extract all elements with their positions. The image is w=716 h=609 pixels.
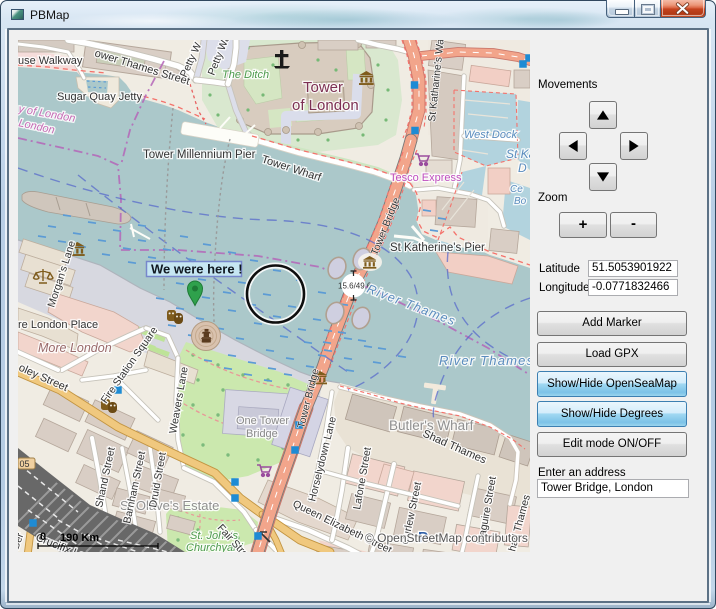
svg-text:Bridge: Bridge (246, 428, 278, 440)
svg-text:Tower: Tower (303, 79, 343, 96)
svg-text:West Dock: West Dock (464, 129, 517, 141)
svg-text:Ce: Ce (510, 184, 523, 195)
svg-text:St Katherine's Pier: St Katherine's Pier (390, 242, 485, 254)
svg-text:Bo: Bo (514, 196, 527, 207)
svg-text:© OpenStreetMap contributors: © OpenStreetMap contributors (365, 531, 528, 545)
svg-text:One Tower: One Tower (236, 415, 289, 427)
svg-text:use Walkway: use Walkway (18, 55, 83, 67)
svg-text:Tower Millennium Pier: Tower Millennium Pier (143, 149, 256, 161)
svg-text:River Thames: River Thames (439, 353, 530, 368)
svg-text:0: 0 (40, 531, 46, 543)
svg-text:re London Place: re London Place (18, 319, 98, 331)
svg-text:More London: More London (38, 341, 112, 355)
svg-text:190 Km: 190 Km (60, 532, 99, 544)
svg-text:05: 05 (20, 459, 30, 469)
svg-text:St Ka: St Ka (506, 147, 530, 161)
svg-text:The Ditch: The Ditch (222, 69, 269, 81)
svg-text:We were here !: We were here ! (151, 262, 243, 277)
svg-text:of London: of London (292, 97, 359, 114)
svg-text:Tesco Express: Tesco Express (390, 172, 462, 184)
svg-text:D: D (518, 161, 527, 175)
svg-text:Sugar Quay Jetty: Sugar Quay Jetty (57, 91, 142, 103)
